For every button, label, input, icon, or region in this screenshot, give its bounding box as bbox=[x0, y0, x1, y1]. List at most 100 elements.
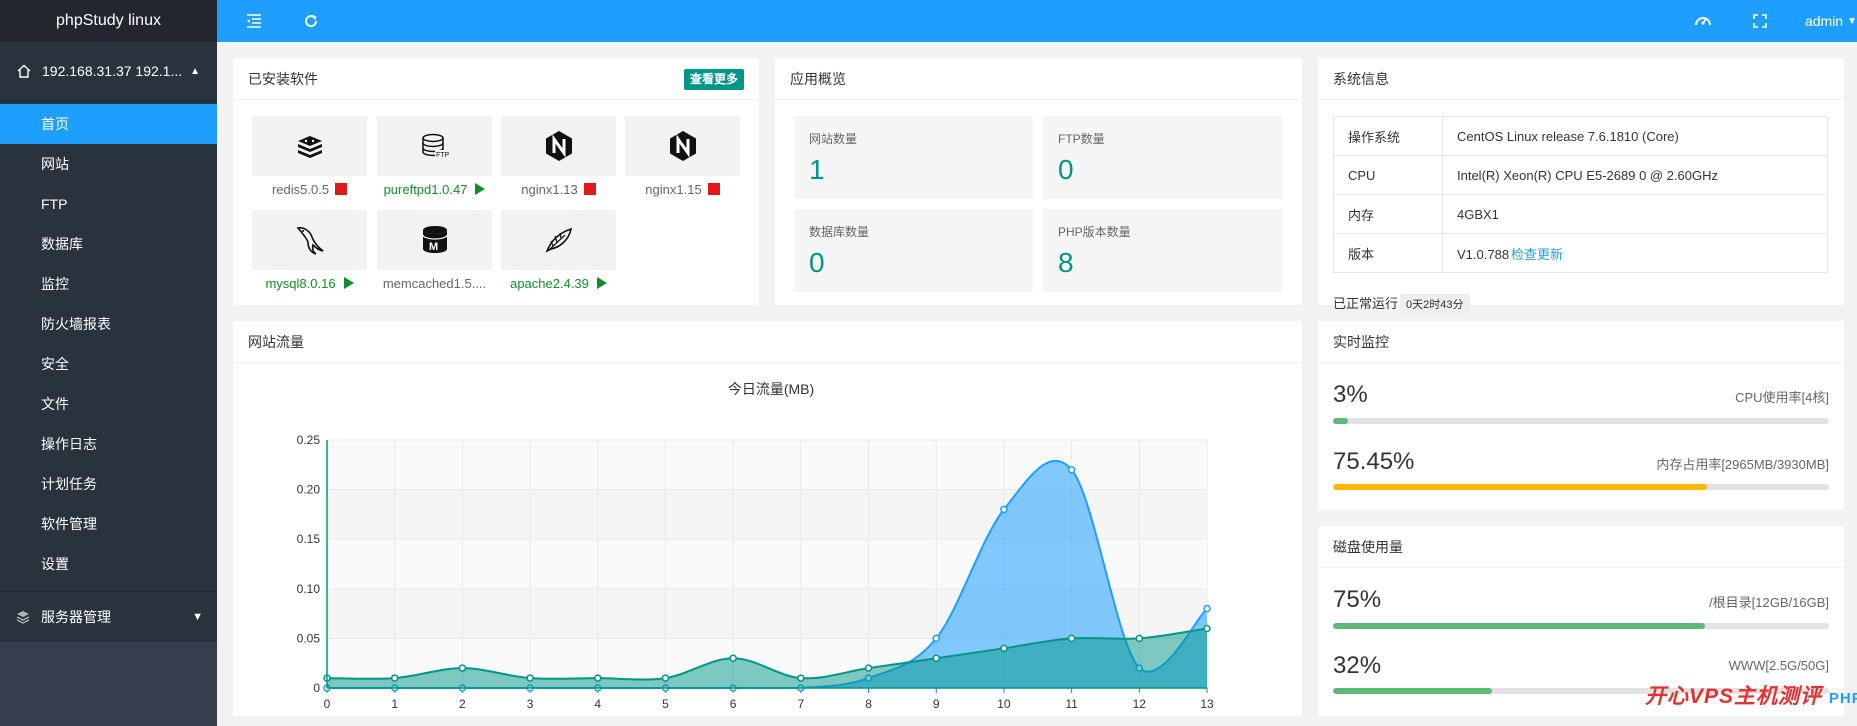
sidebar-item-website[interactable]: 网站 bbox=[0, 144, 217, 184]
stat-label: PHP版本数量 bbox=[1058, 225, 1131, 239]
disk-root-bar bbox=[1333, 623, 1829, 629]
data-point bbox=[932, 634, 940, 643]
stat-websites[interactable]: 网站数量 1 bbox=[794, 116, 1033, 199]
sidebar-item-operation-log[interactable]: 操作日志 bbox=[0, 424, 217, 464]
topbar: admin ▼ bbox=[217, 0, 1857, 42]
redis-icon bbox=[297, 136, 322, 158]
stat-label: 网站数量 bbox=[809, 132, 858, 146]
caret-down-icon: ▼ bbox=[192, 611, 203, 623]
software-tile-nginx113[interactable] bbox=[501, 116, 616, 176]
table-row: 操作系统 CentOS Linux release 7.6.1810 (Core) bbox=[1333, 116, 1828, 156]
data-point bbox=[864, 664, 873, 672]
sidebar-item-settings[interactable]: 设置 bbox=[0, 544, 217, 584]
data-point bbox=[458, 664, 467, 672]
x-tick-label: 12 bbox=[1133, 697, 1147, 711]
mysql-dolphin-icon bbox=[296, 227, 323, 255]
cpu-usage-label: CPU使用率[4核] bbox=[1735, 390, 1829, 405]
play-icon[interactable] bbox=[343, 277, 354, 289]
x-tick-label: 1 bbox=[391, 697, 398, 711]
x-tick-label: 8 bbox=[865, 697, 872, 711]
refresh-icon[interactable] bbox=[300, 10, 322, 32]
sidebar-item-firewall-report[interactable]: 防火墙报表 bbox=[0, 304, 217, 344]
disk-www-bar-fill bbox=[1333, 688, 1492, 694]
sidebar-item-home[interactable]: 首页 bbox=[0, 104, 217, 144]
stop-square-icon[interactable] bbox=[335, 183, 348, 195]
sidebar-group-server-management[interactable]: 服务器管理 ▼ bbox=[0, 591, 217, 642]
y-tick-label: 0.25 bbox=[297, 433, 321, 447]
disk-www-label: WWW[2.5G/50G] bbox=[1728, 658, 1829, 673]
x-tick-label: 3 bbox=[527, 697, 534, 711]
sidebar-item-software[interactable]: 软件管理 bbox=[0, 504, 217, 544]
sys-key: 版本 bbox=[1333, 233, 1443, 273]
memory-usage-bar-fill bbox=[1333, 484, 1708, 490]
y-tick-label: 0.05 bbox=[297, 631, 321, 645]
user-name: admin bbox=[1804, 13, 1844, 29]
software-tile-pureftpd[interactable]: FTP bbox=[377, 116, 492, 176]
data-point bbox=[729, 654, 737, 662]
software-tile-nginx115[interactable] bbox=[625, 116, 740, 176]
data-point bbox=[797, 674, 805, 682]
software-tile-memcached[interactable]: M bbox=[377, 210, 492, 270]
data-point bbox=[1135, 634, 1144, 643]
theme-palette-icon[interactable] bbox=[1692, 10, 1714, 32]
stat-ftp[interactable]: FTP数量 0 bbox=[1043, 116, 1282, 199]
x-tick-label: 5 bbox=[662, 697, 669, 711]
brand-logo: phpStudy linux bbox=[0, 0, 217, 42]
watermark-brand: PHP中文网 bbox=[1828, 690, 1857, 707]
website-traffic-title: 网站流量 bbox=[248, 333, 304, 350]
software-label-pureftpd: pureftpd1.0.47 bbox=[372, 182, 497, 197]
sidebar-item-ftp[interactable]: FTP bbox=[0, 184, 217, 224]
x-tick-label: 0 bbox=[324, 697, 331, 711]
play-icon[interactable] bbox=[475, 183, 486, 195]
sidebar-item-cron[interactable]: 计划任务 bbox=[0, 464, 217, 504]
x-tick-label: 7 bbox=[798, 697, 805, 711]
play-icon[interactable] bbox=[596, 277, 607, 289]
chevron-down-icon: ▼ bbox=[1847, 15, 1857, 27]
table-row: CPU Intel(R) Xeon(R) CPU E5-2689 0 @ 2.60… bbox=[1333, 155, 1828, 195]
stop-square-icon[interactable] bbox=[707, 183, 720, 195]
stat-value: 0 bbox=[809, 247, 825, 278]
sidebar-item-database[interactable]: 数据库 bbox=[0, 224, 217, 264]
svg-text:M: M bbox=[429, 241, 438, 253]
data-point bbox=[1067, 466, 1076, 474]
fullscreen-icon[interactable] bbox=[1749, 10, 1771, 32]
user-menu[interactable]: admin ▼ bbox=[1805, 0, 1857, 42]
cpu-usage-bar-fill bbox=[1333, 418, 1348, 424]
system-info-title: 系统信息 bbox=[1333, 70, 1389, 87]
version-text: V1.0.788 bbox=[1457, 246, 1510, 262]
server-switcher[interactable]: 192.168.31.37 192.1... ▲ bbox=[0, 42, 217, 101]
table-row: 内存 4GBX1 bbox=[1333, 194, 1828, 234]
collapse-menu-icon[interactable] bbox=[243, 10, 265, 32]
x-tick-label: 13 bbox=[1200, 697, 1214, 711]
app-overview-title: 应用概览 bbox=[790, 70, 846, 87]
data-point bbox=[526, 674, 534, 682]
sidebar-item-monitor[interactable]: 监控 bbox=[0, 264, 217, 304]
software-tile-mysql[interactable] bbox=[252, 210, 367, 270]
sys-key: 内存 bbox=[1333, 194, 1443, 234]
stat-php-versions[interactable]: PHP版本数量 8 bbox=[1043, 209, 1282, 292]
data-point bbox=[932, 654, 940, 662]
table-row: 版本 V1.0.788 检查更新 bbox=[1333, 233, 1828, 273]
svg-text:FTP: FTP bbox=[436, 152, 449, 159]
stop-square-icon[interactable] bbox=[583, 183, 596, 195]
software-tile-redis[interactable] bbox=[252, 116, 367, 176]
sys-value: V1.0.788 检查更新 bbox=[1442, 233, 1828, 273]
software-label-nginx115: nginx1.15 bbox=[620, 182, 745, 197]
check-update-link[interactable]: 检查更新 bbox=[1511, 247, 1563, 262]
realtime-monitor-card: 实时监控 3% CPU使用率[4核] 75.45% 内存占用率[2965MB/3… bbox=[1318, 321, 1844, 510]
memcached-icon: M bbox=[421, 226, 448, 253]
x-tick-label: 11 bbox=[1065, 697, 1078, 711]
sys-key: CPU bbox=[1333, 155, 1443, 195]
data-point bbox=[594, 674, 602, 682]
memory-usage-label: 内存占用率[2965MB/3930MB] bbox=[1656, 457, 1829, 472]
stat-value: 1 bbox=[809, 154, 825, 185]
stat-databases[interactable]: 数据库数量 0 bbox=[794, 209, 1033, 292]
data-point bbox=[661, 674, 670, 682]
y-tick-label: 0 bbox=[313, 681, 320, 695]
sidebar-item-files[interactable]: 文件 bbox=[0, 384, 217, 424]
view-more-button[interactable]: 查看更多 bbox=[683, 69, 744, 90]
sidebar-item-security[interactable]: 安全 bbox=[0, 344, 217, 384]
software-tile-apache[interactable] bbox=[501, 210, 616, 270]
website-traffic-card: 网站流量 0 0.05 0.10 0.15 0.20 0.25 0 1 2 3 4 5 6 7 8 9 10 11… bbox=[233, 321, 1302, 716]
sys-value: Intel(R) Xeon(R) CPU E5-2689 0 @ 2.60GHz bbox=[1442, 155, 1828, 195]
